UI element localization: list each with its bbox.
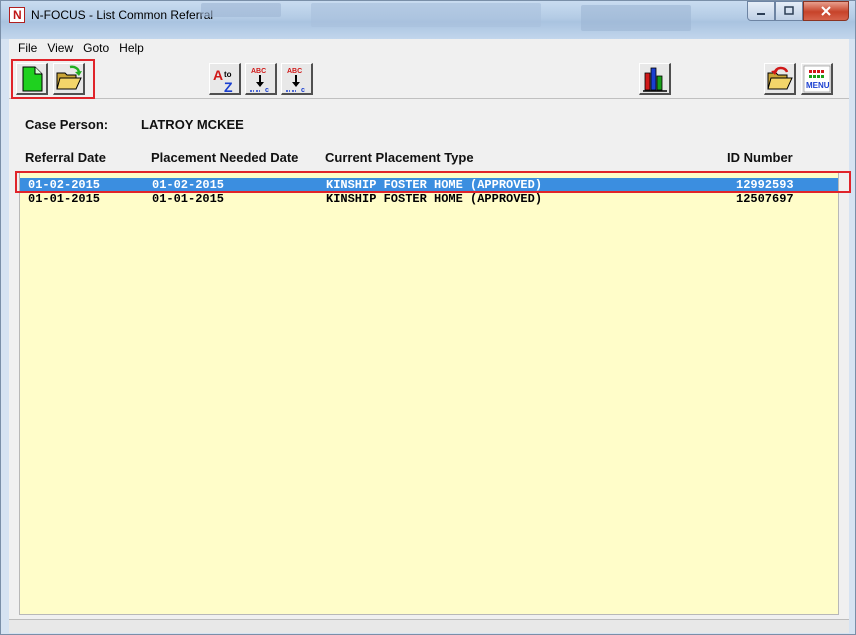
app-window: N N-FOCUS - List Common Referral File Vi… bbox=[0, 0, 856, 635]
svg-text:to: to bbox=[224, 70, 232, 79]
maximize-button[interactable] bbox=[775, 1, 803, 21]
toolbar: A to Z ABC c ABC c MENU bbox=[9, 57, 849, 99]
cell-placement-type: KINSHIP FOSTER HOME (APPROVED) bbox=[326, 192, 543, 206]
return-button[interactable] bbox=[764, 63, 796, 95]
svg-text:c: c bbox=[301, 87, 305, 94]
minimize-button[interactable] bbox=[747, 1, 775, 21]
cell-referral-date: 01-01-2015 bbox=[28, 192, 101, 206]
sort-column-button-1[interactable]: ABC c bbox=[245, 63, 277, 95]
status-bar bbox=[9, 619, 849, 633]
minimize-icon bbox=[757, 13, 765, 15]
menu-icon: MENU bbox=[803, 65, 831, 93]
background-window-blur bbox=[201, 3, 281, 17]
table-row[interactable]: 01-01-2015 01-01-2015 KINSHIP FOSTER HOM… bbox=[20, 192, 838, 206]
svg-text:Z: Z bbox=[224, 79, 233, 94]
svg-text:A: A bbox=[213, 67, 223, 83]
menu-goto[interactable]: Goto bbox=[78, 41, 114, 55]
column-header-referral-date[interactable]: Referral Date bbox=[25, 150, 106, 165]
column-header-placement-needed-date[interactable]: Placement Needed Date bbox=[151, 150, 298, 165]
menu-file[interactable]: File bbox=[13, 41, 42, 55]
menu-bar: File View Goto Help bbox=[9, 39, 849, 57]
cell-id-number: 12507697 bbox=[736, 192, 794, 206]
bar-chart-icon bbox=[643, 67, 667, 92]
sort-column-button-2[interactable]: ABC c bbox=[281, 63, 313, 95]
case-person-label: Case Person: bbox=[25, 117, 109, 132]
sort-column-icon: ABC c bbox=[250, 68, 269, 94]
return-folder-icon bbox=[767, 66, 793, 90]
case-person-name: LATROY MCKEE bbox=[141, 117, 244, 132]
menu-button[interactable]: MENU bbox=[801, 63, 833, 95]
background-window-blur bbox=[311, 3, 541, 27]
svg-text:c: c bbox=[265, 87, 269, 94]
column-header-current-placement-type[interactable]: Current Placement Type bbox=[325, 150, 474, 165]
open-folder-icon bbox=[56, 65, 82, 90]
cell-placement-needed-date: 01-01-2015 bbox=[152, 192, 225, 206]
window-title: N-FOCUS - List Common Referral bbox=[31, 8, 214, 22]
new-document-icon bbox=[22, 66, 43, 92]
app-logo-icon: N bbox=[9, 7, 25, 23]
open-button[interactable] bbox=[53, 63, 85, 95]
menu-help[interactable]: Help bbox=[114, 41, 149, 55]
svg-text:ABC: ABC bbox=[287, 68, 302, 75]
sort-a-to-z-button[interactable]: A to Z bbox=[209, 63, 241, 95]
main-content: Case Person: LATROY MCKEE Referral Date … bbox=[9, 99, 851, 619]
chart-button[interactable] bbox=[639, 63, 671, 95]
new-button[interactable] bbox=[16, 63, 48, 95]
title-bar[interactable]: N N-FOCUS - List Common Referral bbox=[1, 1, 855, 39]
referral-list[interactable]: 01-02-2015 01-02-2015 KINSHIP FOSTER HOM… bbox=[19, 171, 839, 615]
column-header-id-number[interactable]: ID Number bbox=[727, 150, 793, 165]
selected-row-highlight-box bbox=[15, 171, 851, 193]
window-controls bbox=[747, 1, 849, 21]
close-icon bbox=[821, 6, 831, 16]
background-window-blur bbox=[581, 5, 691, 31]
svg-text:MENU: MENU bbox=[806, 81, 830, 90]
maximize-icon bbox=[784, 6, 794, 15]
sort-a-to-z-icon: A to Z bbox=[213, 67, 233, 95]
close-button[interactable] bbox=[803, 1, 849, 21]
sort-column-icon: ABC c bbox=[286, 68, 305, 94]
svg-text:ABC: ABC bbox=[251, 68, 266, 75]
menu-view[interactable]: View bbox=[42, 41, 78, 55]
